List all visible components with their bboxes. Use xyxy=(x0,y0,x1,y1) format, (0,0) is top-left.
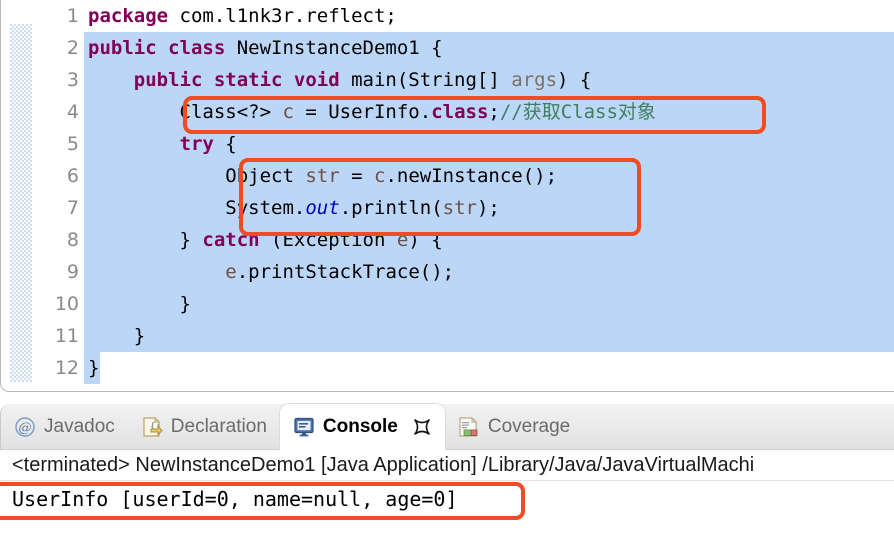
close-icon[interactable] xyxy=(412,417,432,437)
code-line-12[interactable]: } xyxy=(84,352,894,384)
line-number: 2 xyxy=(66,37,79,59)
line-number: 9 xyxy=(66,261,79,283)
line-number: 1 xyxy=(66,5,79,27)
code-text: ); xyxy=(476,197,500,219)
code-line-5[interactable]: try { xyxy=(84,128,894,160)
code-editor-panel: 1 2 3 4 5 6 7 8 9 10 11 12 package com.l… xyxy=(0,0,894,392)
code-text: main(String[] xyxy=(339,69,512,91)
code-text: } xyxy=(88,293,191,315)
code-line-2[interactable]: public class NewInstanceDemo1 { xyxy=(84,32,894,64)
code-text: { xyxy=(213,133,237,155)
code-text: Object xyxy=(225,165,306,187)
code-text: = UserInfo. xyxy=(293,101,432,123)
editor-annotation-ruler[interactable] xyxy=(10,0,32,384)
parameter-args: args xyxy=(511,69,558,91)
console-terminated-header: <terminated> NewInstanceDemo1 [Java Appl… xyxy=(12,454,755,476)
tab-label: Declaration xyxy=(170,415,267,437)
code-line-7[interactable]: System.out.println(str); xyxy=(84,192,894,224)
view-tab-bar: @ Javadoc {: Declaration Console Coverag… xyxy=(0,403,894,450)
code-line-9[interactable]: e.printStackTrace(); xyxy=(84,256,894,288)
code-text: .printStackTrace(); xyxy=(236,261,455,283)
console-icon xyxy=(294,417,314,436)
code-text: NewInstanceDemo1 { xyxy=(225,37,443,59)
eclipse-ide-window: 1 2 3 4 5 6 7 8 9 10 11 12 package com.l… xyxy=(0,0,894,544)
console-divider xyxy=(0,480,894,481)
code-text: } xyxy=(88,325,146,347)
line-number: 12 xyxy=(54,357,79,379)
code-text: ) { xyxy=(408,229,443,251)
line-number: 7 xyxy=(66,197,79,219)
code-text: (Exception xyxy=(259,229,397,251)
variable-e: e xyxy=(225,261,237,283)
line-number: 11 xyxy=(54,325,79,347)
keyword-try: try xyxy=(179,133,214,155)
code-text: .println( xyxy=(339,197,443,219)
selection-ruler-marker xyxy=(10,24,32,382)
code-text: Class<?> xyxy=(179,101,283,123)
line-number: 8 xyxy=(66,229,79,251)
tab-label: Javadoc xyxy=(44,415,115,437)
declaration-icon: {: xyxy=(143,416,163,437)
tab-label: Coverage xyxy=(487,415,571,437)
keyword-package: package xyxy=(88,5,169,27)
tab-coverage[interactable]: Coverage xyxy=(445,404,583,450)
console-output-text: UserInfo [userId=0, name=null, age=0] xyxy=(12,487,458,511)
code-line-10[interactable]: } xyxy=(84,288,894,320)
console-output-area[interactable]: <terminated> NewInstanceDemo1 [Java Appl… xyxy=(0,450,894,544)
code-line-1[interactable]: package com.l1nk3r.reflect; xyxy=(84,0,894,32)
line-number: 5 xyxy=(66,133,79,155)
code-text: .newInstance(); xyxy=(385,165,558,187)
line-number: 6 xyxy=(66,165,79,187)
svg-text:@: @ xyxy=(19,421,32,436)
code-line-8[interactable]: } catch (Exception e) { xyxy=(84,224,894,256)
bottom-view-panel: @ Javadoc {: Declaration Console Coverag… xyxy=(0,403,894,544)
code-line-3[interactable]: public static void main(String[] args) { xyxy=(84,64,894,96)
tab-declaration[interactable]: {: Declaration xyxy=(128,404,280,450)
code-text: ) { xyxy=(557,69,592,91)
keyword-modifiers: public static void xyxy=(133,69,340,91)
code-text: } xyxy=(179,229,203,251)
tab-label: Console xyxy=(322,415,398,437)
line-number-gutter: 1 2 3 4 5 6 7 8 9 10 11 12 xyxy=(32,0,84,384)
keyword-catch: catch xyxy=(202,229,260,251)
source-code-area[interactable]: package com.l1nk3r.reflect; public class… xyxy=(84,0,894,384)
variable-c: c xyxy=(374,165,386,187)
variable-str: str xyxy=(305,165,340,187)
tab-console[interactable]: Console xyxy=(279,403,445,450)
code-text: ; xyxy=(488,101,500,123)
code-text: } xyxy=(88,357,100,379)
at-sign-icon: @ xyxy=(15,416,35,437)
tab-javadoc[interactable]: @ Javadoc xyxy=(1,404,128,450)
variable-str: str xyxy=(442,197,477,219)
line-number: 4 xyxy=(66,101,79,123)
inline-comment: //获取Class对象 xyxy=(499,101,656,123)
code-line-6[interactable]: Object str = c.newInstance(); xyxy=(84,160,894,192)
code-line-11[interactable]: } xyxy=(84,320,894,352)
coverage-icon xyxy=(459,416,478,437)
code-text: System. xyxy=(225,197,306,219)
line-number: 10 xyxy=(54,293,79,315)
keyword-public-class: public class xyxy=(88,37,226,59)
variable-c: c xyxy=(282,101,294,123)
code-text: = xyxy=(339,165,375,187)
static-field-out: out xyxy=(305,197,340,219)
code-text: com.l1nk3r.reflect; xyxy=(168,5,397,27)
line-number: 3 xyxy=(66,69,79,91)
keyword-class: class xyxy=(431,101,489,123)
variable-e: e xyxy=(396,229,409,251)
code-line-4[interactable]: Class<?> c = UserInfo.class;//获取Class对象 xyxy=(84,96,894,128)
